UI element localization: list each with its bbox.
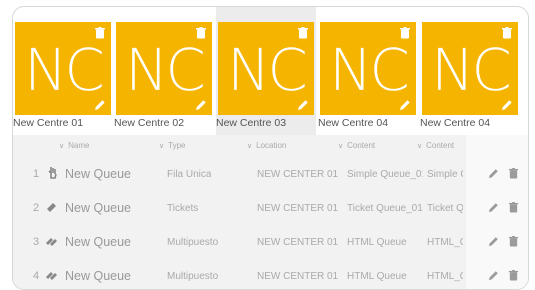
column-header-content[interactable]: ∨ Content xyxy=(338,141,375,150)
app-frame: NC New Centre 01 NC New Centre 02 NC New… xyxy=(12,6,529,290)
queue-type: Tickets xyxy=(167,203,199,214)
centre-card-3[interactable]: NC New Centre 03 xyxy=(216,7,316,135)
delete-icon[interactable] xyxy=(508,270,519,281)
hand-icon xyxy=(48,167,57,179)
chevron-down-icon: ∨ xyxy=(159,143,165,150)
pencil-icon[interactable] xyxy=(297,99,309,111)
centre-card-4[interactable]: NC New Centre 04 xyxy=(318,7,418,135)
edit-icon[interactable] xyxy=(488,202,499,213)
centre-tile[interactable]: NC xyxy=(320,22,416,115)
queue-content-2: HTML_Q xyxy=(427,237,463,248)
chevron-down-icon: ∨ xyxy=(59,143,65,150)
centre-tile[interactable]: NC xyxy=(116,22,212,115)
trash-icon[interactable] xyxy=(400,27,410,39)
chevron-down-icon: ∨ xyxy=(417,143,423,150)
queue-location: NEW CENTER 01 xyxy=(257,271,339,282)
centre-initials: NC xyxy=(227,36,308,104)
centre-name: New Centre 04 xyxy=(318,117,389,129)
pencil-icon[interactable] xyxy=(501,99,513,111)
pencil-icon[interactable] xyxy=(94,99,106,111)
centre-name: New Centre 04 xyxy=(420,117,491,129)
table-row[interactable]: 2 New Queue Tickets NEW CENTER 01 Ticket… xyxy=(13,191,528,224)
queue-content: Ticket Queue_01 xyxy=(347,203,423,214)
queue-type: Fila Única xyxy=(167,169,212,180)
centre-name: New Centre 03 xyxy=(216,117,287,129)
queue-name: New Queue xyxy=(65,235,132,249)
delete-icon[interactable] xyxy=(508,202,519,213)
queue-name: New Queue xyxy=(65,269,132,283)
centre-card-2[interactable]: NC New Centre 02 xyxy=(114,7,214,135)
row-number: 2 xyxy=(33,202,40,214)
queue-content: HTML Queue xyxy=(347,237,407,248)
row-number: 3 xyxy=(33,236,40,248)
trash-icon[interactable] xyxy=(502,27,512,39)
column-header-type[interactable]: ∨ Type xyxy=(159,141,185,150)
trash-icon[interactable] xyxy=(95,27,105,39)
queue-content-2: Ticket Qu xyxy=(427,203,463,214)
queue-type: Multipuesto xyxy=(167,237,219,248)
queue-content-2: HTML_Q xyxy=(427,271,463,282)
centre-initials: NC xyxy=(329,36,410,104)
queue-table: ∨ Name ∨ Type ∨ Location ∨ Content ∨ Content … xyxy=(13,135,528,289)
centre-initials: NC xyxy=(431,36,512,104)
queue-name: New Queue xyxy=(65,167,132,181)
centre-name: New Centre 01 xyxy=(13,117,84,129)
queue-content: Simple Queue_01 xyxy=(347,169,423,180)
centre-initials: NC xyxy=(125,36,206,104)
table-row[interactable]: 4 New Queue Multipuesto NEW CENTER 01 HT… xyxy=(13,259,528,289)
centre-tile[interactable]: NC xyxy=(422,22,518,115)
queue-location: NEW CENTER 01 xyxy=(257,169,339,180)
queue-content: HTML Queue xyxy=(347,271,407,282)
trash-icon[interactable] xyxy=(196,27,206,39)
edit-icon[interactable] xyxy=(488,168,499,179)
column-header-content-2[interactable]: ∨ Content xyxy=(417,141,454,150)
pencil-icon[interactable] xyxy=(399,99,411,111)
trash-icon[interactable] xyxy=(298,27,308,39)
row-actions-column xyxy=(466,135,528,289)
edit-icon[interactable] xyxy=(488,270,499,281)
queue-location: NEW CENTER 01 xyxy=(257,237,339,248)
multi-ticket-icon xyxy=(46,238,57,246)
edit-icon[interactable] xyxy=(488,236,499,247)
queue-name: New Queue xyxy=(65,201,132,215)
centre-tile[interactable]: NC xyxy=(15,22,111,115)
delete-icon[interactable] xyxy=(508,236,519,247)
column-header-name[interactable]: ∨ Name xyxy=(59,141,89,150)
ticket-icon xyxy=(47,203,56,212)
centre-cards: NC New Centre 01 NC New Centre 02 NC New… xyxy=(13,7,528,135)
table-row[interactable]: 3 New Queue Multipuesto NEW CENTER 01 HT… xyxy=(13,225,528,258)
row-number: 4 xyxy=(33,270,40,282)
pencil-icon[interactable] xyxy=(195,99,207,111)
centre-tile[interactable]: NC xyxy=(218,22,314,115)
centre-initials: NC xyxy=(24,36,105,104)
column-header-location[interactable]: ∨ Location xyxy=(247,141,286,150)
delete-icon[interactable] xyxy=(508,168,519,179)
queue-type: Multipuesto xyxy=(167,271,219,282)
centre-card-1[interactable]: NC New Centre 01 xyxy=(13,7,113,135)
queue-content-2: Simple Q xyxy=(427,169,463,180)
queue-location: NEW CENTER 01 xyxy=(257,203,339,214)
chevron-down-icon: ∨ xyxy=(247,143,253,150)
chevron-down-icon: ∨ xyxy=(338,143,344,150)
centre-name: New Centre 02 xyxy=(114,117,185,129)
multi-ticket-icon xyxy=(46,272,57,280)
centre-card-5[interactable]: NC New Centre 04 xyxy=(420,7,520,135)
row-number: 1 xyxy=(33,168,40,180)
table-row[interactable]: 1 New Queue Fila Única NEW CENTER 01 Sim… xyxy=(13,157,528,190)
table-header: ∨ Name ∨ Type ∨ Location ∨ Content ∨ Content xyxy=(13,135,528,155)
